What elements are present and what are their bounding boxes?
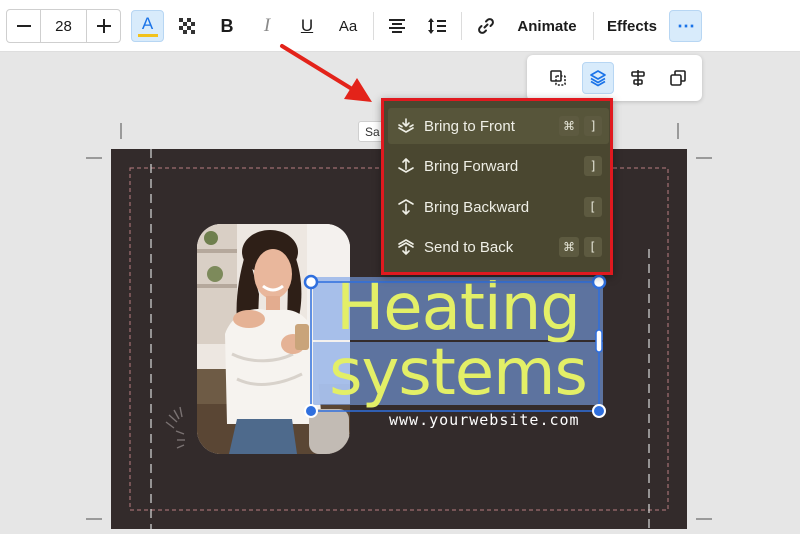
- bring-forward-icon: [388, 157, 424, 175]
- bring-to-front-item[interactable]: Bring to Front ⌘ ]: [388, 108, 609, 144]
- headline-line-2: systems: [313, 341, 603, 405]
- more-options-button[interactable]: ⋯: [669, 10, 702, 42]
- headline-line-1-text: Heating: [336, 271, 581, 345]
- send-to-back-icon: [388, 238, 424, 256]
- transparency-layer-button[interactable]: [542, 62, 574, 94]
- shortcut-bracket-key: [: [584, 237, 602, 257]
- decrease-font-size-button[interactable]: [7, 10, 40, 42]
- bold-icon: B: [220, 15, 234, 36]
- bring-backward-item[interactable]: Bring Backward [: [388, 189, 609, 225]
- bring-to-front-icon: [388, 117, 424, 135]
- transparency-icon: [179, 18, 195, 34]
- link-button[interactable]: [471, 10, 501, 42]
- website-text[interactable]: www.yourwebsite.com: [389, 411, 599, 429]
- bring-forward-item[interactable]: Bring Forward ]: [388, 148, 609, 184]
- link-icon: [478, 18, 494, 34]
- layer-transparency-icon: [550, 70, 566, 86]
- animate-button[interactable]: Animate: [512, 10, 582, 42]
- sunburst-decoration: [165, 406, 185, 449]
- shortcut-cmd-key: ⌘: [559, 116, 579, 136]
- text-color-swatch: [137, 34, 158, 37]
- layers-icon: [590, 70, 606, 87]
- layer-order-menu: Bring to Front ⌘ ] Bring Forward ] Bring…: [381, 98, 613, 275]
- toolbar-divider: [373, 12, 374, 40]
- bold-button[interactable]: B: [212, 10, 242, 42]
- align-vertical-center-icon: [631, 70, 645, 86]
- spacing-button[interactable]: [422, 10, 452, 42]
- top-toolbar: 28 A B I U Aa Animate Effects ⋯: [0, 0, 800, 52]
- align-center-icon: [389, 19, 405, 33]
- shortcut-bracket-key: ]: [584, 156, 602, 176]
- more-icon: ⋯: [677, 15, 695, 36]
- canvas-guide-tick: [86, 157, 102, 159]
- align-button[interactable]: [382, 10, 412, 42]
- transparency-button[interactable]: [171, 10, 203, 42]
- text-case-icon: Aa: [338, 17, 358, 35]
- bring-backward-icon: [388, 198, 424, 216]
- toolbar-divider: [593, 12, 594, 40]
- bring-to-front-label: Bring to Front: [424, 117, 515, 135]
- canvas-guide-tick: [696, 157, 712, 159]
- font-size-stepper: 28: [6, 9, 121, 43]
- toolbar-divider: [461, 12, 462, 40]
- underline-icon: U: [300, 16, 314, 35]
- underline-button[interactable]: U: [292, 10, 322, 42]
- shortcut-bracket-key: [: [584, 197, 602, 217]
- align-elements-button[interactable]: [622, 62, 654, 94]
- bring-backward-label: Bring Backward: [424, 198, 530, 216]
- headline-line-2-text: systems: [329, 336, 588, 410]
- canvas-guide-tick: [677, 123, 679, 139]
- minus-icon: [16, 25, 31, 27]
- text-case-button[interactable]: Aa: [333, 10, 363, 42]
- line-spacing-icon: [428, 18, 446, 34]
- headline-line-1: Heating: [313, 276, 603, 340]
- text-color-button[interactable]: A: [131, 10, 164, 42]
- italic-button[interactable]: I: [252, 10, 282, 42]
- shortcut-cmd-key: ⌘: [559, 237, 579, 257]
- headline-text[interactable]: Heating systems: [313, 276, 603, 405]
- layers-button[interactable]: [582, 62, 614, 94]
- plus-icon: [96, 19, 111, 33]
- canvas-guide-tick: [86, 518, 102, 520]
- canvas-guide-tick: [120, 123, 122, 139]
- send-to-back-item[interactable]: Send to Back ⌘ [: [388, 229, 609, 265]
- increase-font-size-button[interactable]: [87, 10, 120, 42]
- effects-button[interactable]: Effects: [603, 10, 661, 42]
- duplicate-button[interactable]: [662, 62, 694, 94]
- text-color-icon: A: [141, 14, 154, 33]
- position-toolbar: [527, 55, 702, 101]
- duplicate-icon: [670, 70, 686, 86]
- shortcut-bracket-key: ]: [584, 116, 602, 136]
- italic-icon: I: [263, 15, 271, 36]
- canvas-guide-tick: [696, 518, 712, 520]
- bring-forward-label: Bring Forward: [424, 157, 519, 175]
- font-size-input[interactable]: 28: [40, 10, 87, 42]
- send-to-back-label: Send to Back: [424, 238, 514, 256]
